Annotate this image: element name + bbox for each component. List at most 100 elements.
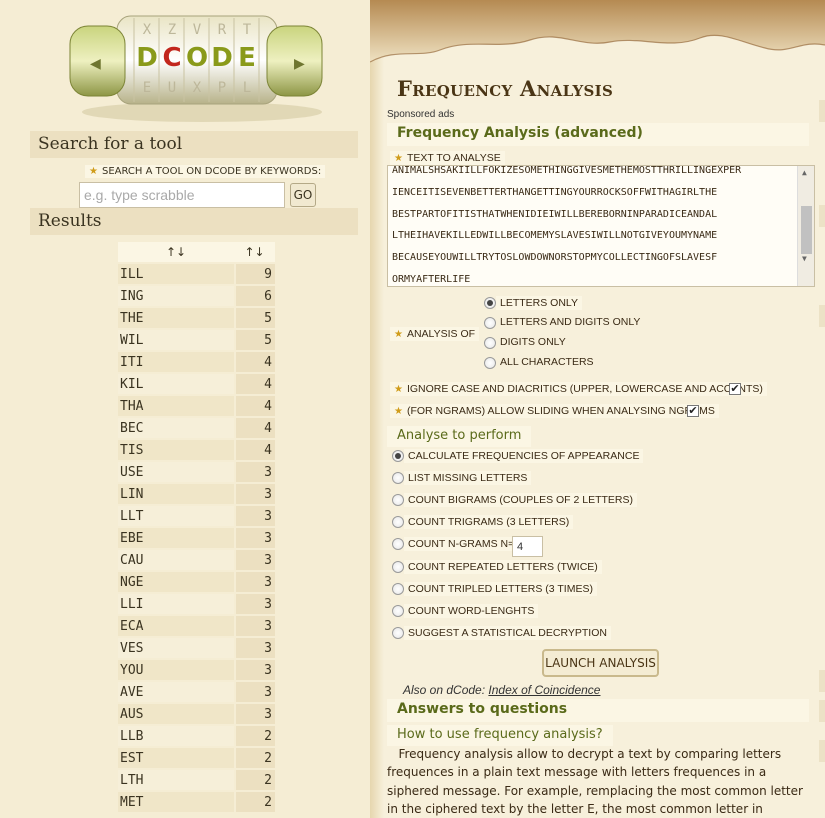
perform-radio[interactable] [392,561,404,573]
table-row: USE 3 [118,462,275,482]
perform-radio[interactable] [392,516,404,528]
analysis-of-option-label[interactable]: LETTERS ONLY [496,296,582,310]
ngram-cell: MET [118,792,234,812]
ignore-case-label: ★ IGNORE CASE AND DIACRITICS (UPPER, LOWE… [390,382,767,396]
textarea-scrollbar[interactable]: ▲ ▼ [797,166,814,286]
launch-analysis-button[interactable]: LAUNCH ANALYSIS [542,649,659,677]
scrollbar-thumb[interactable] [801,206,812,254]
count-cell: 3 [234,660,275,680]
count-cell: 3 [234,572,275,592]
analysis-of-radio[interactable] [484,317,496,329]
text-line: ANIMALSHSAKIILLFOKIZESOMETHINGGIVESMETHE… [392,165,742,176]
ngram-cell: EBE [118,528,234,548]
ngram-cell: ILL [118,264,234,284]
search-heading: Search for a tool [30,131,358,158]
star-icon: ★ [394,329,403,340]
scroll-up-icon[interactable]: ▲ [802,168,807,177]
analysis-of-option-label[interactable]: ALL CHARACTERS [500,356,594,368]
perform-option-label[interactable]: COUNT TRIPLED LETTERS (3 TIMES) [404,582,597,596]
count-cell: 2 [234,792,275,812]
ngram-cell: ECA [118,616,234,636]
perform-option-label[interactable]: COUNT REPEATED LETTERS (TWICE) [404,560,602,574]
text-lines: ANIMALSHSAKIILLFOKIZESOMETHINGGIVESMETHE… [392,165,797,286]
ngram-cell: LIN [118,484,234,504]
star-icon: ★ [394,384,403,395]
analysis-of-radio[interactable] [484,337,496,349]
perform-radio[interactable] [392,627,404,639]
count-cell: 4 [234,352,275,372]
svg-text:X: X [193,80,202,96]
perform-radio[interactable] [392,494,404,506]
table-row: TIS 4 [118,440,275,460]
ignore-case-checkbox[interactable]: ✔ [729,383,741,395]
svg-text:C: C [162,43,181,73]
perform-option-label[interactable]: COUNT TRIGRAMS (3 LETTERS) [404,515,574,529]
sponsored-ads-label: Sponsored ads [387,109,455,120]
text-line: ORMYAFTERLIFE [392,273,471,285]
perform-option-label[interactable]: SUGGEST A STATISTICAL DECRYPTION [404,626,611,640]
ignore-case-text: IGNORE CASE AND DIACRITICS (UPPER, LOWER… [406,383,763,395]
count-cell: 4 [234,440,275,460]
sliding-checkbox[interactable]: ✔ [687,405,699,417]
dcode-logo[interactable]: ◀ ▶ XZVRT EUXPL D C O D E [62,4,337,124]
sort-count-header[interactable]: ↑↓ [234,242,275,262]
count-cell: 3 [234,682,275,702]
svg-text:P: P [218,80,226,96]
perform-option-label[interactable]: LIST MISSING LETTERS [404,471,532,485]
table-row: ING 6 [118,286,275,306]
perform-option-label[interactable]: COUNT WORD-LENGHTS [404,604,539,618]
count-cell: 2 [234,770,275,790]
count-cell: 3 [234,484,275,504]
table-row: AVE 3 [118,682,275,702]
table-row: CAU 3 [118,550,275,570]
svg-text:Z: Z [168,22,176,38]
table-row: LLB 2 [118,726,275,746]
table-row: LLT 3 [118,506,275,526]
ngram-n-input[interactable] [512,536,543,557]
ngram-cell: ITI [118,352,234,372]
index-of-coincidence-link[interactable]: Index of Coincidence [488,683,600,697]
perform-radio[interactable] [392,605,404,617]
table-row: VES 3 [118,638,275,658]
text-line: BECAUSEYOUWILLTRYTOSLOWDOWNORSTOPMYCOLLE… [392,252,718,264]
svg-text:V: V [193,22,202,38]
table-row: KIL 4 [118,374,275,394]
analysis-of-option-label[interactable]: LETTERS AND DIGITS ONLY [500,316,640,328]
ngram-cell: LTH [118,770,234,790]
results-heading: Results [30,208,358,235]
count-cell: 3 [234,528,275,548]
ngram-cell: ING [118,286,234,306]
text-to-analyse-input[interactable]: ANIMALSHSAKIILLFOKIZESOMETHINGGIVESMETHE… [387,165,815,287]
table-row: ILL 9 [118,264,275,284]
count-cell: 2 [234,748,275,768]
perform-radio[interactable] [392,583,404,595]
count-cell: 3 [234,616,275,636]
table-row: BEC 4 [118,418,275,438]
also-on-prefix: Also on dCode: [403,683,486,697]
text-line: LTHEIHAVEKILLEDWILLBECOMEMYSLAVESIWILLNO… [392,230,718,242]
perform-radio[interactable] [392,538,404,550]
also-on-dcode: Also on dCode: Index of Coincidence [403,683,600,697]
search-input[interactable] [79,182,285,208]
ngram-cell: KIL [118,374,234,394]
perform-option-label[interactable]: COUNT N-GRAMS N= [404,537,519,551]
count-cell: 3 [234,462,275,482]
count-cell: 3 [234,704,275,724]
table-row: LIN 3 [118,484,275,504]
scroll-down-icon[interactable]: ▼ [802,254,807,263]
analysis-of-radio[interactable] [484,297,496,309]
go-button[interactable]: GO [290,183,316,207]
svg-text:U: U [168,80,176,96]
table-row: EST 2 [118,748,275,768]
sort-ngram-header[interactable]: ↑↓ [118,242,234,262]
perform-radio[interactable] [392,450,404,462]
perform-option-label[interactable]: COUNT BIGRAMS (COUPLES OF 2 LETTERS) [404,493,638,507]
sidebar: ◀ ▶ XZVRT EUXPL D C O D E Search for a t… [0,0,370,818]
analysis-of-option-label[interactable]: DIGITS ONLY [500,336,566,348]
ngram-cell: YOU [118,660,234,680]
perform-radio[interactable] [392,472,404,484]
svg-text:E: E [238,43,256,73]
ngram-cell: CAU [118,550,234,570]
perform-option-label[interactable]: CALCULATE FREQUENCIES OF APPEARANCE [404,449,644,463]
analysis-of-radio[interactable] [484,357,496,369]
